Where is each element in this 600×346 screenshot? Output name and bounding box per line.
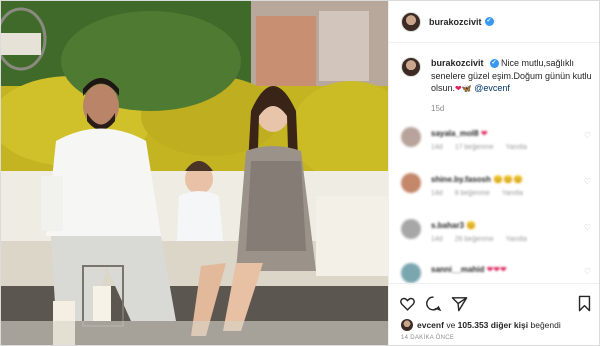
comment-item: s.bahar3 😊 14d 26 beğenme Yanıtla ♡: [401, 219, 597, 255]
liker-avatar: [401, 319, 413, 331]
post-photo[interactable]: [1, 1, 388, 345]
caption-mention-link[interactable]: @evcenf: [474, 83, 510, 93]
caption-block: burakozcivit ✓ Nice mutlu,sağlıklı senele…: [401, 57, 597, 96]
family-photo-illustration: [1, 1, 388, 345]
caption-avatar[interactable]: [401, 57, 421, 77]
comment-meta: 14d 26 beğenme Yanıtla: [431, 236, 527, 243]
comment-item: shine.by.fasosh 😊😊😊 14d 8 beğenme Yanıtla …: [401, 173, 597, 209]
comment-text: shine.by.fasosh 😊😊😊: [431, 175, 523, 184]
comment-meta: 14d 17 beğenme Yanıtla: [431, 144, 527, 151]
comment-avatar[interactable]: [401, 173, 421, 193]
caption-age: 15d: [431, 104, 445, 113]
likes-count[interactable]: 105.353: [458, 320, 489, 330]
comment-like-heart-icon[interactable]: ♡: [584, 267, 591, 276]
butterfly-emoji-icon: 🦋: [461, 84, 472, 93]
comment-icon[interactable]: [425, 295, 442, 312]
comment-meta: 14d 8 beğenme Yanıtla: [431, 190, 523, 197]
likes-connector: ve: [446, 320, 456, 330]
comment-text: sanni__mahid ❤❤❤: [431, 265, 507, 274]
bookmark-icon[interactable]: [576, 295, 593, 312]
caption-verified-badge-icon: ✓: [489, 59, 499, 69]
author-avatar[interactable]: [401, 11, 421, 32]
author-username[interactable]: burakozcivit: [429, 17, 482, 27]
caption-username[interactable]: burakozcivit: [431, 58, 484, 68]
comment-like-heart-icon[interactable]: ♡: [584, 223, 591, 232]
comment-text: s.bahar3 😊: [431, 221, 477, 230]
post-side-panel: burakozcivit ✓ burakozcivit ✓ Nice mutlu,…: [388, 1, 599, 345]
comment-avatar[interactable]: [401, 127, 421, 147]
post-timestamp: 14 DAKİKA ÖNCE: [401, 335, 455, 341]
post-actions: evcenf ve 105.353 diğer kişi beğendi 14 …: [389, 283, 599, 345]
comment-text: sayala_mol8 ❤: [431, 129, 488, 138]
comment-item: sayala_mol8 ❤ 14d 17 beğenme Yanıtla ♡: [401, 127, 597, 163]
verified-badge-icon: ✓: [484, 17, 494, 26]
likes-others-label[interactable]: diğer kişi: [491, 320, 528, 330]
first-liker-username[interactable]: evcenf: [417, 320, 444, 330]
heart-outline-icon[interactable]: [399, 295, 416, 312]
action-icon-bar: [399, 295, 593, 313]
comment-like-heart-icon[interactable]: ♡: [584, 177, 591, 186]
comment-avatar[interactable]: [401, 263, 421, 283]
comment-avatar[interactable]: [401, 219, 421, 239]
caption-text: burakozcivit ✓ Nice mutlu,sağlıklı senele…: [431, 57, 597, 96]
instagram-post-frame: burakozcivit ✓ burakozcivit ✓ Nice mutlu,…: [0, 0, 600, 346]
comment-like-heart-icon[interactable]: ♡: [584, 131, 591, 140]
likes-suffix: beğendi: [530, 320, 561, 330]
post-header: burakozcivit ✓: [389, 1, 599, 43]
heart-emoji-icon: ❤: [455, 84, 462, 93]
paper-plane-icon[interactable]: [451, 295, 468, 312]
likes-summary[interactable]: evcenf ve 105.353 diğer kişi beğendi: [401, 319, 561, 331]
